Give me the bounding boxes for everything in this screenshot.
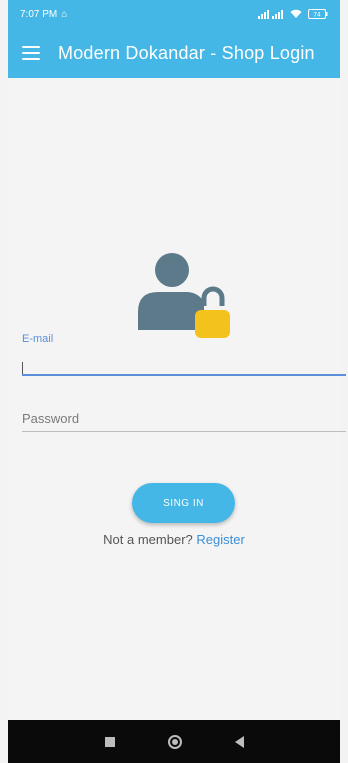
text-caret — [22, 362, 23, 374]
home-circle-icon[interactable] — [167, 734, 182, 749]
app-title: Modern Dokandar - Shop Login — [58, 42, 315, 63]
register-prompt: Not a member? Register — [0, 532, 348, 547]
not-member-text: Not a member? — [103, 532, 193, 547]
email-label: E-mail — [22, 333, 54, 345]
user-lock-icon — [138, 253, 230, 338]
signin-button[interactable]: SING IN — [132, 483, 235, 523]
system-nav-bar — [8, 720, 340, 763]
notification-icon: ⌂ — [61, 8, 68, 20]
recents-square-icon[interactable] — [104, 736, 115, 747]
hamburger-menu-icon[interactable] — [22, 46, 40, 60]
battery-level: 74 — [313, 12, 321, 19]
password-field[interactable] — [22, 406, 346, 432]
back-triangle-icon[interactable] — [234, 735, 244, 748]
status-left: 7:07 PM ⌂ — [20, 9, 67, 20]
email-field[interactable] — [22, 354, 346, 376]
wifi-icon — [290, 9, 302, 19]
status-bar: 7:07 PM ⌂ 74 — [8, 0, 340, 28]
login-content — [8, 78, 340, 720]
battery-icon: 74 — [308, 9, 328, 19]
signal-icon — [258, 9, 284, 19]
status-right: 74 — [258, 9, 328, 19]
status-time: 7:07 PM — [20, 8, 58, 20]
register-link[interactable]: Register — [196, 532, 244, 547]
app-bar: Modern Dokandar - Shop Login — [8, 28, 340, 78]
